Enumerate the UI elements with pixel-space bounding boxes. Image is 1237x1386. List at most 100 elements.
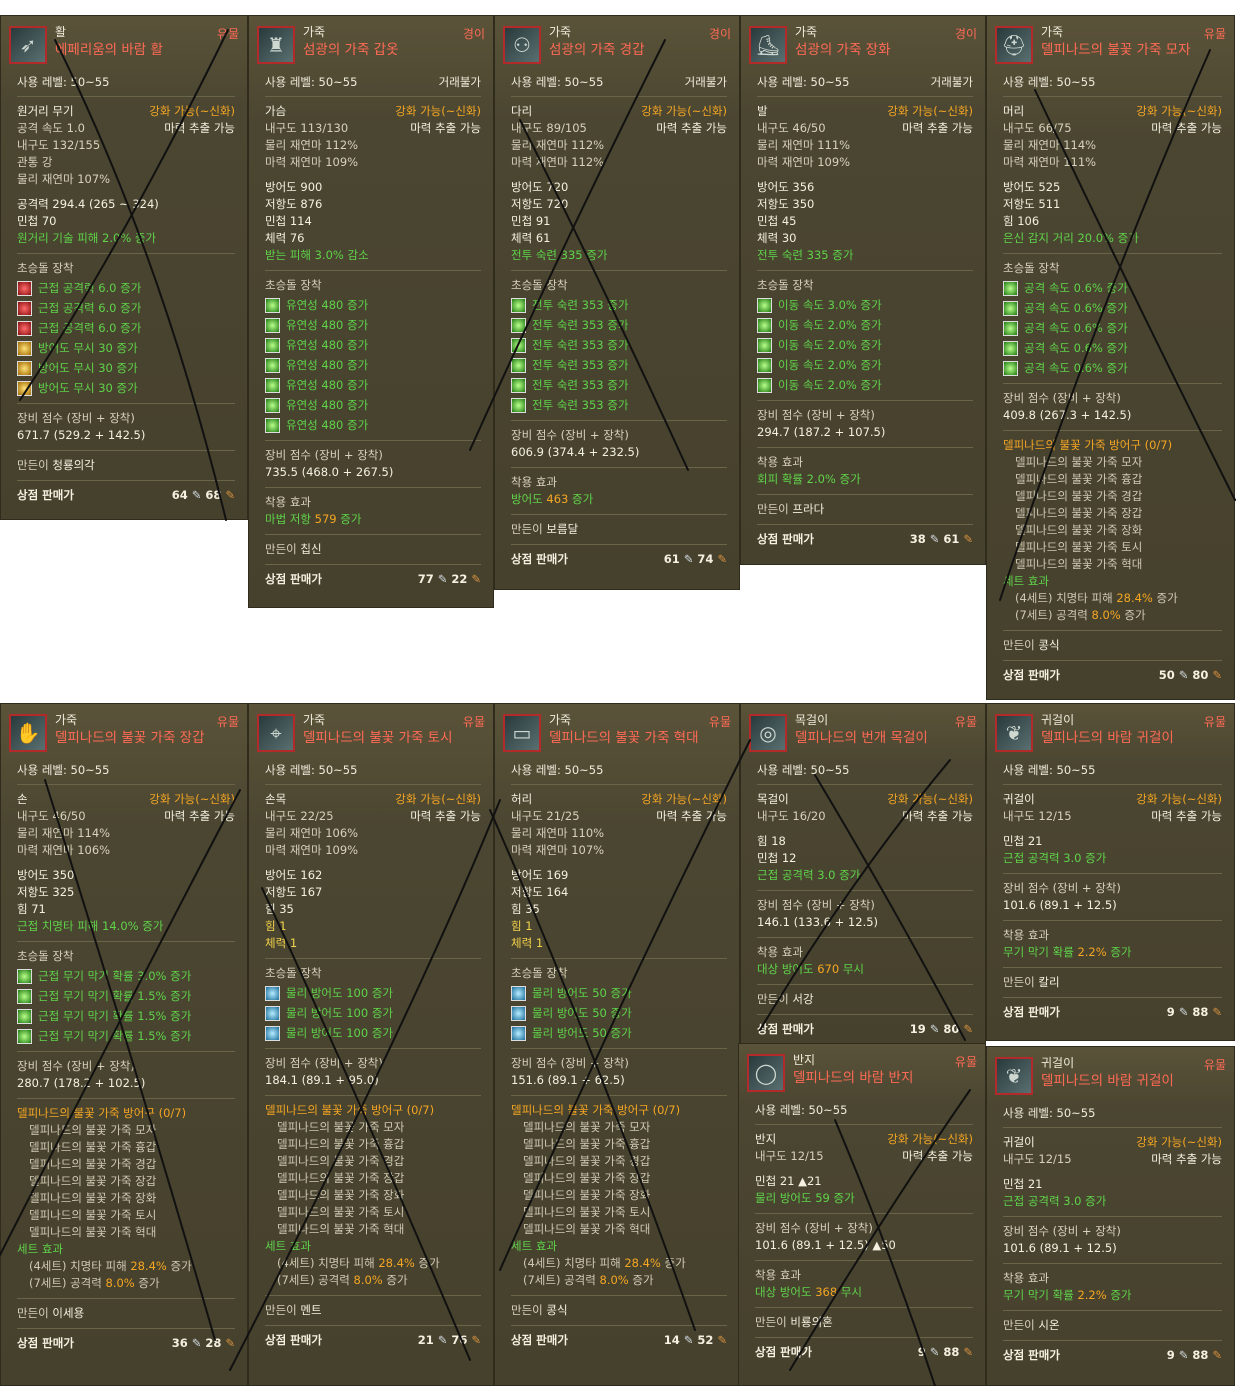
gem-icon [511, 358, 526, 373]
stat-row: 마력 재연마 109% [265, 154, 481, 171]
level-requirement: 사용 레벨: 50~55 [511, 762, 603, 779]
set-item: 델피나드의 불꽃 가죽 경갑 [277, 1154, 405, 1168]
soul-gem-slot[interactable]: 공격 속도 0.6% 증가 [1003, 340, 1222, 357]
soul-gem-slot[interactable]: 근접 무기 막기 확률 1.5% 증가 [17, 988, 235, 1005]
gem-effect: 방어도 무시 30 증가 [38, 381, 138, 395]
soul-gem-slot[interactable]: 전투 숙련 353 증가 [511, 397, 727, 414]
stat-value: 저항도 876 [265, 197, 323, 211]
bronze-coin-icon: ✎ [963, 1345, 973, 1359]
soul-gem-slot[interactable]: 유연성 480 증가 [265, 417, 481, 434]
soul-gem-slot[interactable]: 전투 숙련 353 증가 [511, 317, 727, 334]
soul-gem-slot[interactable]: 근접 공격력 6.0 증가 [17, 320, 235, 337]
set-effect-text: (7세트) 공격력 [277, 1273, 354, 1287]
stat-value: 민첩 114 [265, 214, 312, 228]
wear-value: 368 [815, 1285, 838, 1299]
set-item-list: 델피나드의 불꽃 가죽 모자 델피나드의 불꽃 가죽 흉갑 델피나드의 불꽃 가죽 … [511, 1119, 727, 1238]
soul-gem-slot[interactable]: 전투 숙련 353 증가 [511, 297, 727, 314]
soul-gem-slot[interactable]: 방어도 무시 30 증가 [17, 360, 235, 377]
bonus-effect: 받는 피해 3.0% 감소 [265, 248, 369, 262]
bronze-coin-icon: ✎ [963, 532, 973, 546]
wear-suffix: 무시 [837, 1285, 862, 1299]
level-row: 사용 레벨: 50~55 [265, 762, 481, 785]
wear-effect-header: 착용 효과 [757, 455, 803, 469]
wear-effect-header: 착용 효과 [1003, 1271, 1049, 1285]
gear-score-value: 280.7 (178.2 + 102.5) [17, 1076, 146, 1090]
soul-gem-slot[interactable]: 물리 방어도 50 증가 [511, 1005, 727, 1022]
wear-text: 대상 방어도 [755, 1285, 816, 1299]
stat-value: 민첩 45 [757, 214, 797, 228]
soul-gem-slot[interactable]: 전투 숙련 353 증가 [511, 357, 727, 374]
soul-gem-slot[interactable]: 유연성 480 증가 [265, 337, 481, 354]
soul-gem-slot[interactable]: 근접 무기 막기 확률 3.0% 증가 [17, 968, 235, 985]
maker-row: 만든이 서강 [757, 991, 973, 1008]
soul-gem-slot[interactable]: 공격 속도 0.6% 증가 [1003, 360, 1222, 377]
soul-gem-slot[interactable]: 근접 무기 막기 확률 1.5% 증가 [17, 1008, 235, 1025]
stat-value: 민첩 91 [511, 214, 551, 228]
stat-value: 내구도 89/105 [511, 121, 587, 135]
soul-gem-slot[interactable]: 이동 속도 3.0% 증가 [757, 297, 973, 314]
maker-row: 만든이 보름달 [511, 521, 727, 538]
gem-effect: 전투 숙련 353 증가 [532, 358, 629, 372]
item-slot-type: 귀걸이 [1003, 792, 1035, 806]
divider [511, 270, 727, 271]
divider [511, 420, 727, 421]
price: 38 ✎ 61 ✎ [906, 531, 973, 548]
divider [1003, 1216, 1222, 1217]
soul-gem-slot[interactable]: 전투 숙련 353 증가 [511, 377, 727, 394]
stat-value: 민첩 70 [17, 214, 57, 228]
soul-gem-slot[interactable]: 근접 공격력 6.0 증가 [17, 300, 235, 317]
soul-gem-slot[interactable]: 유연성 480 증가 [265, 377, 481, 394]
shop-price-row: 상점 판매가 64 ✎ 68 ✎ [17, 487, 235, 504]
set-item: 델피나드의 불꽃 가죽 장갑 [523, 1171, 651, 1185]
set-effect: (4세트) 치명타 피해 28.4% 증가 [1003, 590, 1222, 607]
gem-effect: 유연성 480 증가 [286, 358, 369, 372]
soul-gem-slot[interactable]: 유연성 480 증가 [265, 297, 481, 314]
set-effect-value: 8.0% [353, 1273, 383, 1287]
maker-label: 만든이 [757, 992, 789, 1006]
soul-gem-slot[interactable]: 이동 속도 2.0% 증가 [757, 337, 973, 354]
extract-label: 마력 추출 가능 [410, 121, 481, 135]
stat-value: 체력 61 [511, 231, 551, 245]
soul-gem-slot[interactable]: 유연성 480 증가 [265, 357, 481, 374]
soul-gem-slot[interactable]: 유연성 480 증가 [265, 317, 481, 334]
item-slot-type: 손 [17, 792, 28, 806]
set-item-list: 델피나드의 불꽃 가죽 모자 델피나드의 불꽃 가죽 흉갑 델피나드의 불꽃 가죽 … [265, 1119, 481, 1238]
soul-gem-slot[interactable]: 물리 방어도 100 증가 [265, 1025, 481, 1042]
soul-gem-slot[interactable]: 이동 속도 2.0% 증가 [757, 317, 973, 334]
soul-gem-slot[interactable]: 공격 속도 0.6% 증가 [1003, 300, 1222, 317]
silver-coin-icon: ✎ [929, 532, 940, 546]
stat-row: 내구도 12/15 마력 추출 가능 [755, 1148, 973, 1165]
soul-gem-slot[interactable]: 유연성 480 증가 [265, 397, 481, 414]
soul-gem-slot[interactable]: 공격 속도 0.6% 증가 [1003, 320, 1222, 337]
wear-suffix: 증가 [1106, 1288, 1132, 1302]
gear-score-label: 장비 점수 (장비 + 장착) [1003, 881, 1121, 895]
soul-gem-slot[interactable]: 이동 속도 2.0% 증가 [757, 357, 973, 374]
maker-name: 청룡의각 [52, 458, 95, 472]
soul-gem-slot[interactable]: 물리 방어도 100 증가 [265, 985, 481, 1002]
stat-value: 물리 재연마 107% [17, 172, 111, 186]
soul-gem-slot[interactable]: 물리 방어도 100 증가 [265, 1005, 481, 1022]
soul-gem-slot[interactable]: 방어도 무시 30 증가 [17, 340, 235, 357]
soul-gem-slot[interactable]: 방어도 무시 30 증가 [17, 380, 235, 397]
soul-gem-slot[interactable]: 물리 방어도 50 증가 [511, 1025, 727, 1042]
stat-row: 물리 재연마 114% [17, 825, 235, 842]
bronze-amount: 68 [205, 488, 222, 502]
soul-gem-slot[interactable]: 이동 속도 2.0% 증가 [757, 377, 973, 394]
maker-row: 만든이 멘트 [265, 1302, 481, 1319]
soul-gem-header: 초승돌 장착 [265, 278, 322, 292]
gear-score-label: 장비 점수 (장비 + 장착) [1003, 1224, 1121, 1238]
stat-value: 물리 재연마 112% [265, 138, 359, 152]
soul-gem-slot[interactable]: 물리 방어도 50 증가 [511, 985, 727, 1002]
soul-gem-slot[interactable]: 공격 속도 0.6% 증가 [1003, 280, 1222, 297]
type-row: 다리 강화 가능(~신화) [511, 103, 727, 120]
gem-effect: 공격 속도 0.6% 증가 [1024, 361, 1128, 375]
stat-value: 마력 재연마 112% [511, 155, 605, 169]
item-tooltip: ⌖ 가죽 델피나드의 불꽃 가죽 토시 유물 사용 레벨: 50~55 손목 강화 가능(~… [248, 703, 494, 1386]
item-slot-type: 가슴 [265, 104, 287, 118]
soul-gem-slot[interactable]: 근접 공격력 6.0 증가 [17, 280, 235, 297]
bonus-effect: 근접 공격력 3.0 증가 [1003, 851, 1107, 865]
soul-gem-slot[interactable]: 근접 무기 막기 확률 1.5% 증가 [17, 1028, 235, 1045]
stat-value: 방어도 350 [17, 868, 75, 882]
soul-gem-slot[interactable]: 전투 숙련 353 증가 [511, 337, 727, 354]
stat-value: 내구도 12/15 [1003, 809, 1072, 823]
